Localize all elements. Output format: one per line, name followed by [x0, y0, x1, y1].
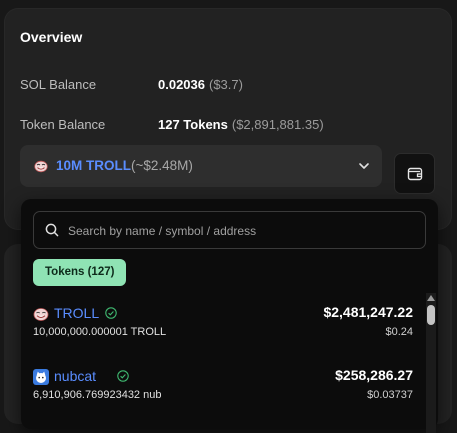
token-name: TROLL — [54, 305, 100, 321]
sol-balance-amount: 0.02036 — [158, 77, 205, 92]
token-name: nubcat — [54, 368, 97, 384]
troll-face-icon — [34, 160, 48, 173]
overview-title: Overview — [20, 29, 83, 45]
search-input[interactable] — [66, 212, 420, 250]
token-balance-usd: ($2,891,881.35) — [231, 117, 324, 132]
tab-tokens[interactable]: Tokens (127) — [33, 259, 127, 286]
scroll-up-arrow-icon[interactable] — [427, 295, 435, 301]
wallet-icon — [407, 167, 423, 181]
nubcat-icon — [33, 369, 49, 385]
search-box[interactable] — [33, 211, 426, 250]
dropdown-scrollbar[interactable] — [426, 293, 436, 433]
token-price: $0.03737 — [367, 389, 413, 401]
verified-check-icon — [105, 307, 117, 319]
token-row-nubcat[interactable]: nubcat 6,910,906.769923432 nub $258,286.… — [33, 365, 413, 411]
selected-token-usd: (~$2.48M) — [131, 158, 193, 173]
troll-face-icon — [33, 308, 49, 321]
chevron-down-icon — [359, 163, 369, 169]
selected-token-label: 10M TROLL — [56, 158, 132, 173]
sol-balance-value: 0.02036 ($3.7) — [158, 77, 243, 92]
token-amount: 10,000,000.000001 TROLL — [33, 326, 167, 338]
token-selector[interactable]: 10M TROLL (~$2.48M) — [20, 145, 382, 187]
token-row-troll[interactable]: TROLL 10,000,000.000001 TROLL $2,481,247… — [33, 302, 413, 348]
sol-balance-label: SOL Balance — [20, 77, 97, 92]
token-price: $0.24 — [385, 326, 413, 338]
wallet-button[interactable] — [394, 153, 435, 194]
verified-check-icon — [117, 370, 129, 382]
token-usd-value: $258,286.27 — [335, 367, 413, 383]
token-balance-amount: 127 Tokens — [158, 117, 228, 132]
overview-card: Overview SOL Balance 0.02036 ($3.7) Token… — [4, 8, 452, 230]
token-balance-label: Token Balance — [20, 117, 106, 132]
sol-balance-usd: ($3.7) — [209, 77, 243, 92]
token-dropdown: Tokens (127) TROLL 10,000,000.000001 TRO… — [21, 199, 438, 433]
search-icon — [45, 223, 59, 237]
token-usd-value: $2,481,247.22 — [323, 304, 413, 320]
scrollbar-thumb[interactable] — [427, 305, 435, 325]
token-amount: 6,910,906.769923432 nub — [33, 389, 162, 401]
token-balance-value: 127 Tokens ($2,891,881.35) — [158, 117, 324, 132]
